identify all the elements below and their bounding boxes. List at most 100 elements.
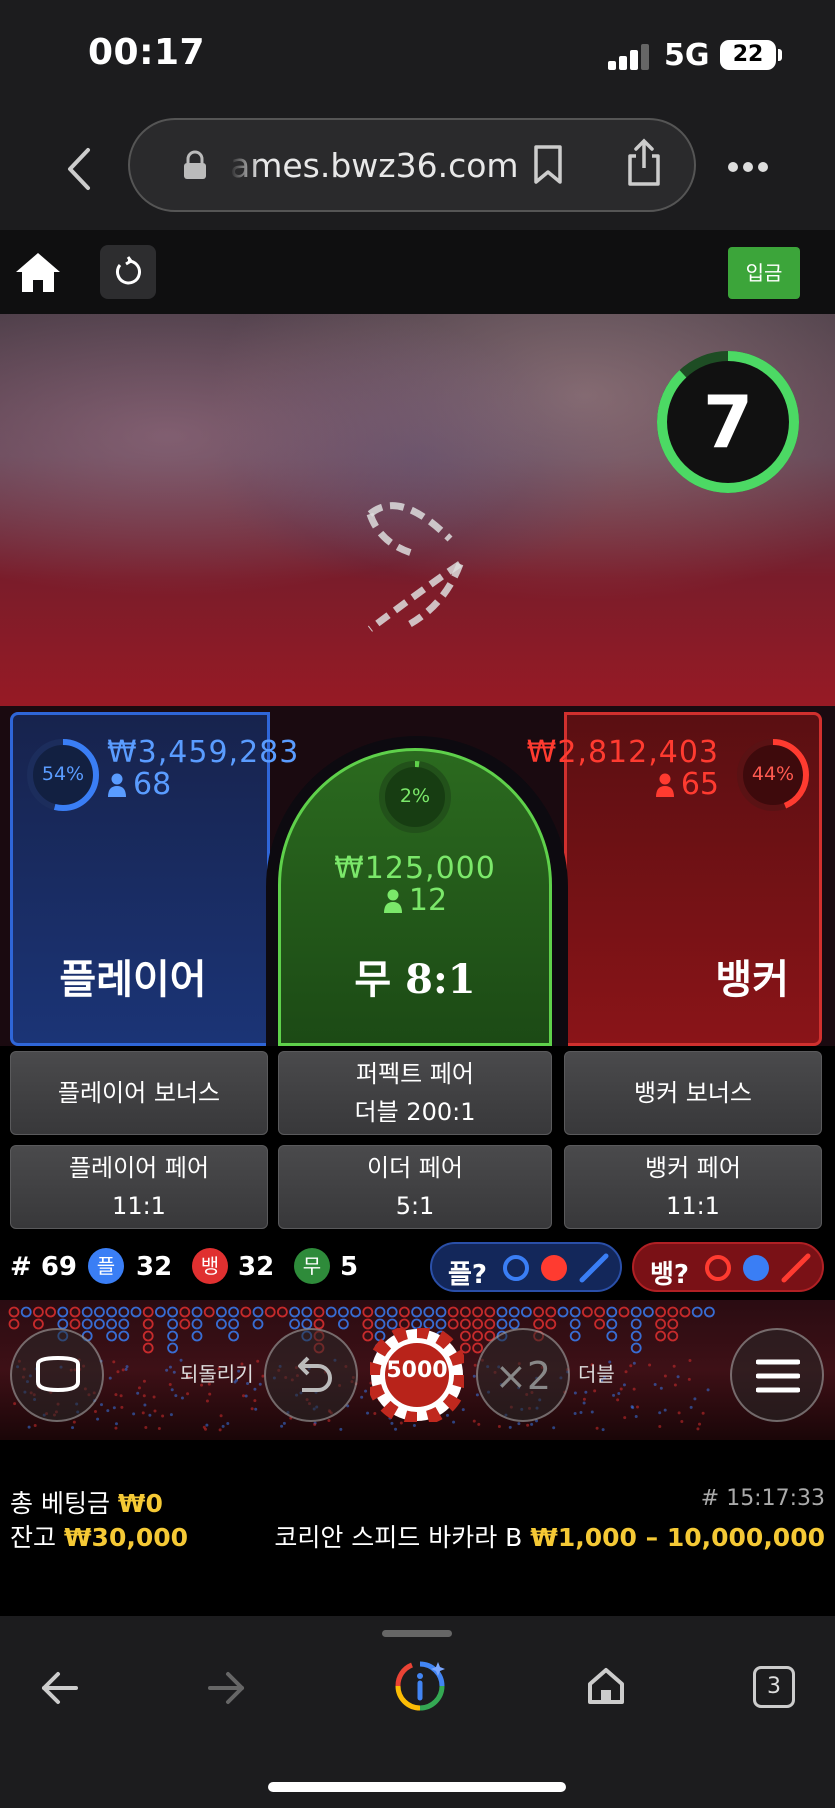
double-label: 더블 — [578, 1362, 615, 1386]
banker-bet-area[interactable]: 44% ₩2,812,403 65 뱅커 — [527, 712, 822, 1046]
double-button[interactable]: ×2 — [476, 1328, 570, 1422]
url-fade — [230, 140, 260, 192]
game-topbar: 입금 — [0, 230, 835, 314]
player-amount: ₩3,459,283 — [107, 735, 300, 770]
tie-count-value: 12 — [408, 883, 448, 918]
banker-bonus-button[interactable]: 뱅커 보너스 — [564, 1051, 822, 1135]
bookmark-icon[interactable] — [532, 144, 564, 186]
total-bet-value: ₩0 — [117, 1489, 163, 1518]
network-type: 5G — [664, 38, 710, 73]
side-bet-label: 플레이어 페어 — [68, 1154, 210, 1182]
either-pair-button[interactable]: 이더 페어 5:1 — [278, 1145, 552, 1229]
side-bet-odds: 11:1 — [112, 1192, 166, 1220]
bet-limits: ₩1,000 – 10,000,000 — [530, 1523, 825, 1552]
sheet-grabber[interactable] — [382, 1630, 452, 1637]
round-timestamp: # 15:17:33 — [700, 1486, 825, 1511]
refresh-icon — [116, 256, 141, 285]
refresh-button[interactable] — [100, 245, 156, 299]
banker-count: 65 — [655, 767, 719, 802]
more-options-icon[interactable] — [728, 162, 768, 174]
banker-title: 뱅커 — [715, 957, 789, 1003]
share-icon[interactable] — [624, 138, 664, 188]
player-count: 68 — [107, 767, 171, 802]
player-bonus-button[interactable]: 플레이어 보너스 — [10, 1051, 268, 1135]
side-bet-label: 퍼펙트 페어 — [355, 1060, 475, 1088]
browser-toolbar: 3 — [0, 1616, 835, 1808]
double-symbol: ×2 — [494, 1354, 552, 1398]
undo-label: 되돌리기 — [180, 1362, 254, 1386]
tie-wins-count: 5 — [340, 1252, 359, 1282]
ai-info-icon[interactable] — [394, 1660, 446, 1712]
side-bet-odds: 더블 200:1 — [354, 1098, 476, 1126]
tie-bet-area[interactable]: 2% ₩125,000 12 무 8:1 — [278, 748, 552, 1046]
player-predict-button[interactable]: 플? — [430, 1242, 622, 1292]
predict-markers-icon — [503, 1253, 609, 1283]
banker-amount: ₩2,812,403 — [526, 735, 719, 770]
undo-button[interactable] — [264, 1328, 358, 1422]
player-bet-area[interactable]: 54% ₩3,459,283 68 플레이어 — [10, 712, 298, 1046]
tie-amount: ₩125,000 — [334, 851, 496, 886]
table-info-line: 코리안 스피드 바카라 B ₩1,000 – 10,000,000 — [274, 1518, 825, 1554]
balance-line: 잔고 ₩30,000 — [10, 1518, 188, 1554]
status-time: 00:17 — [88, 32, 206, 73]
undo-icon — [298, 1356, 332, 1392]
predict-markers-icon — [705, 1253, 811, 1283]
side-bet-label: 플레이어 보너스 — [57, 1079, 221, 1107]
home-indicator — [268, 1782, 566, 1792]
banker-predict-button[interactable]: 뱅? — [632, 1242, 824, 1292]
person-icon — [108, 773, 126, 797]
chip-value: 5000 — [386, 1358, 448, 1383]
balance-value: ₩30,000 — [63, 1523, 189, 1552]
browser-back-icon[interactable] — [62, 144, 96, 194]
person-icon — [655, 773, 674, 797]
total-bet-label: 총 베팅금 — [10, 1489, 110, 1518]
player-wins-count: 32 — [136, 1252, 173, 1282]
tie-title: 무 8:1 — [354, 956, 476, 1003]
signal-icon — [608, 44, 652, 70]
banker-count-value: 65 — [680, 767, 719, 802]
banker-wins-badge: 뱅 — [192, 1248, 228, 1284]
banker-predict-label: 뱅? — [650, 1260, 690, 1290]
banker-percent: 44% — [751, 763, 795, 785]
hamburger-menu-icon — [756, 1359, 800, 1393]
status-bar: 00:17 5G 22 — [0, 0, 835, 110]
chat-button[interactable] — [10, 1328, 104, 1422]
tie-percent: 2% — [399, 785, 431, 807]
home-icon[interactable] — [14, 250, 62, 294]
timer-seconds: 7 — [702, 380, 754, 464]
countdown-timer: 7 — [654, 348, 802, 496]
round-number: # 69 — [10, 1252, 78, 1282]
tie-wins-badge: 무 — [294, 1248, 330, 1284]
table-name: 코리안 스피드 바카라 B — [274, 1523, 523, 1552]
bet-controls: 되돌리기 5000 ×2 더블 — [0, 1300, 835, 1440]
loading-spinner-icon — [366, 502, 464, 632]
player-pair-button[interactable]: 플레이어 페어 11:1 — [10, 1145, 268, 1229]
url-bar[interactable]: ames.bwz36.com — [128, 118, 696, 212]
deposit-button[interactable]: 입금 — [728, 247, 800, 299]
chat-bubble-icon — [36, 1355, 80, 1393]
total-bet-line: 총 베팅금 ₩0 — [10, 1484, 163, 1520]
player-percent: 54% — [41, 763, 85, 785]
player-predict-label: 플? — [448, 1260, 488, 1290]
tab-count-button[interactable]: 3 — [753, 1666, 795, 1708]
player-title: 플레이어 — [59, 957, 207, 1003]
banker-pair-button[interactable]: 뱅커 페어 11:1 — [564, 1145, 822, 1229]
tie-count: 12 — [281, 883, 549, 918]
side-bet-label: 이더 페어 — [367, 1154, 463, 1182]
forward-icon[interactable] — [206, 1668, 246, 1708]
side-bet-label: 뱅커 보너스 — [633, 1079, 753, 1107]
menu-button[interactable] — [730, 1328, 824, 1422]
battery-icon: 22 — [720, 40, 776, 70]
lock-icon — [184, 150, 206, 179]
bet-info-panel: 총 베팅금 ₩0 잔고 ₩30,000 # 15:17:33 코리안 스피드 바… — [0, 1440, 835, 1616]
browser-url-row: ames.bwz36.com — [0, 110, 835, 230]
perfect-pair-button[interactable]: 퍼펙트 페어 더블 200:1 — [278, 1051, 552, 1135]
side-bet-odds: 5:1 — [395, 1192, 435, 1220]
url-text: ames.bwz36.com — [230, 146, 519, 185]
home-icon[interactable] — [586, 1666, 626, 1706]
bet-zone: 54% ₩3,459,283 68 플레이어 44% ₩2,812,403 65… — [0, 706, 835, 1046]
player-count-value: 68 — [133, 767, 172, 802]
back-icon[interactable] — [40, 1668, 80, 1708]
player-wins-badge: 플 — [88, 1248, 124, 1284]
balance-label: 잔고 — [10, 1523, 57, 1552]
